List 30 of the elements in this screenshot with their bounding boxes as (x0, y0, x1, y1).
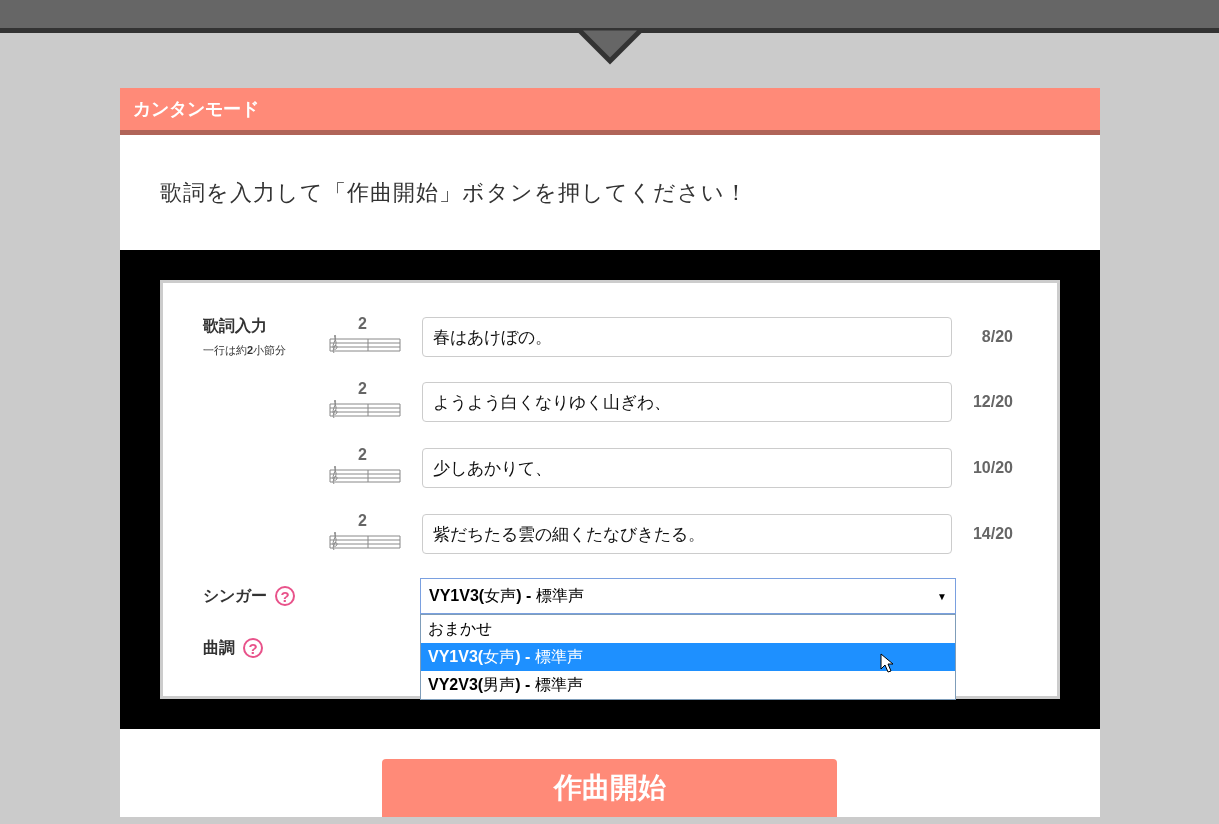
mouse-cursor-icon (880, 653, 894, 673)
dropdown-option[interactable]: VY2V3(男声) - 標準声 (421, 671, 955, 699)
instruction-text: 歌詞を入力して「作曲開始」ボタンを押してください！ (160, 178, 748, 207)
lyric-input-field[interactable]: 少しあかりて、 (422, 448, 952, 488)
character-count: 12/20 (971, 393, 1013, 411)
staff-icon (328, 531, 402, 551)
character-count: 14/20 (971, 525, 1013, 543)
help-icon[interactable]: ? (275, 586, 295, 606)
mode-header: カンタンモード (120, 88, 1100, 135)
staff-icon (328, 399, 402, 419)
lyric-input-field[interactable]: 春はあけぼの。 (422, 317, 952, 357)
measure-count: 2 (358, 513, 367, 529)
singer-select[interactable]: VY1V3(女声) - 標準声 ▼ (420, 578, 956, 614)
character-count: 8/20 (980, 328, 1013, 346)
staff-icon (328, 334, 402, 354)
lyrics-hint: 一行は約2小節分 (203, 343, 288, 358)
measure-count: 2 (358, 316, 367, 332)
tune-label: 曲調 (203, 637, 235, 658)
character-count: 10/20 (971, 459, 1013, 477)
measure-count: 2 (358, 447, 367, 463)
notch-drawing (575, 26, 645, 66)
singer-label: シンガー (203, 585, 267, 606)
dropdown-caret: ▼ (937, 590, 947, 602)
lyric-input-field[interactable]: 紫だちたる雲の細くたなびきたる。 (422, 514, 952, 554)
lyric-input-field[interactable]: ようよう白くなりゆく山ぎわ、 (422, 382, 952, 422)
help-icon[interactable]: ? (243, 638, 263, 658)
measure-count: 2 (358, 381, 367, 397)
lyrics-label: 歌詞入力 (203, 316, 268, 336)
dropdown-option[interactable]: おまかせ (421, 615, 955, 643)
staff-icon (328, 465, 402, 485)
